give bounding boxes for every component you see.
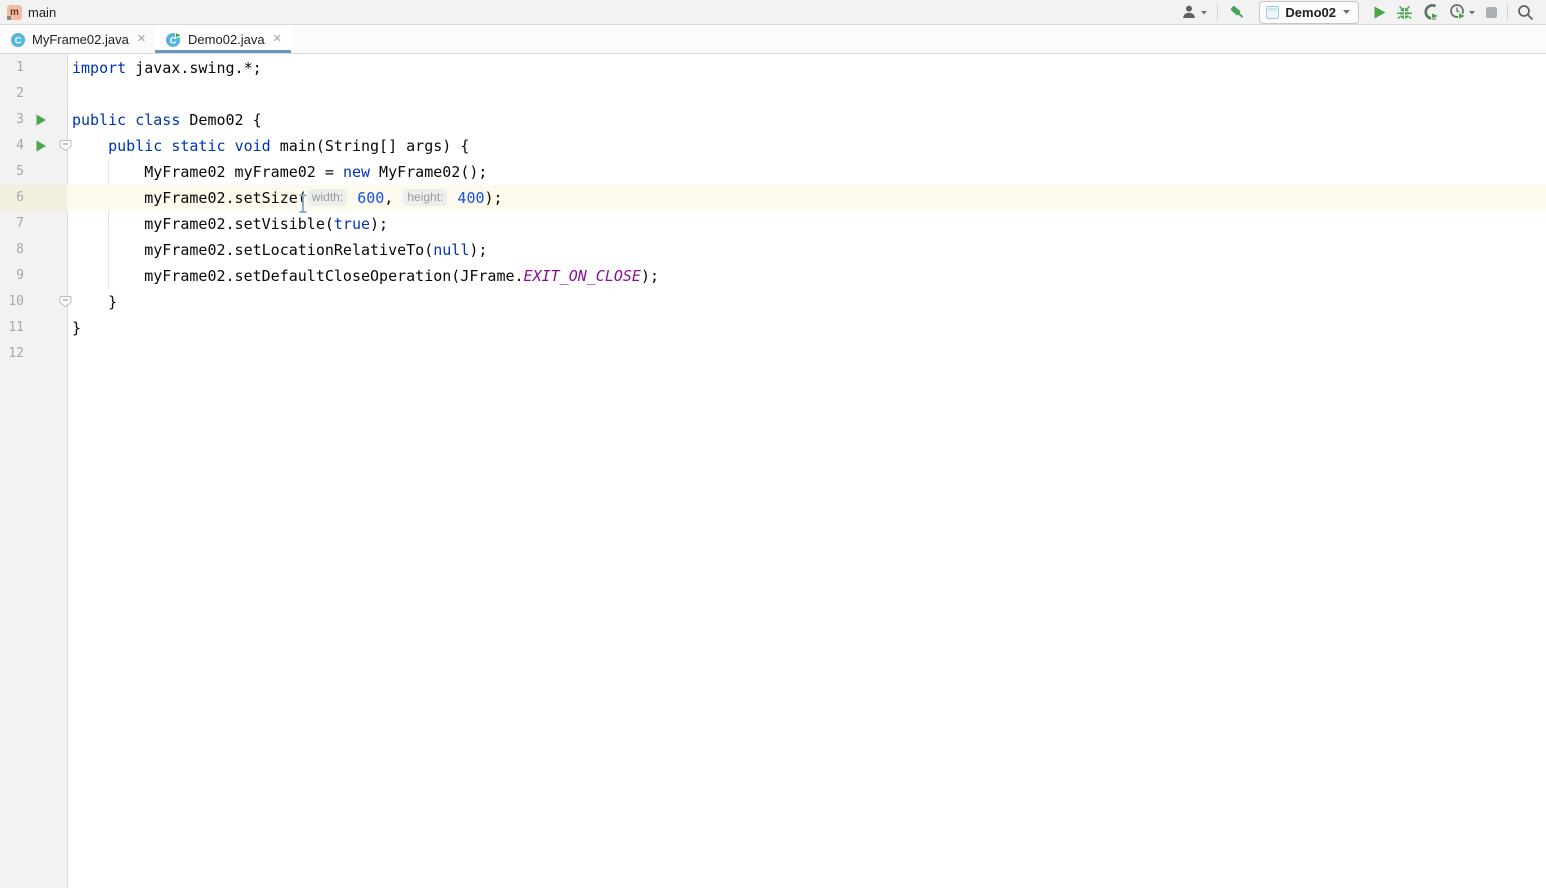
- module-icon: m: [7, 5, 22, 20]
- java-class-runnable-icon: C: [165, 32, 182, 48]
- gutter-cell[interactable]: 11: [0, 315, 67, 341]
- breadcrumb-label: main: [28, 5, 56, 20]
- run-button[interactable]: [1372, 2, 1387, 22]
- gutter-cell[interactable]: 1: [0, 55, 67, 81]
- tab-label: Demo02.java: [188, 32, 265, 47]
- gutter-cell[interactable]: 6: [0, 185, 67, 211]
- app-config-icon: [1266, 6, 1279, 19]
- line-number: 12: [0, 341, 24, 367]
- code-text[interactable]: }: [67, 315, 1546, 341]
- code-text[interactable]: public static void main(String[] args) {: [67, 133, 1546, 159]
- code-line[interactable]: 11}: [0, 315, 1546, 341]
- line-number: 3: [0, 107, 24, 133]
- java-class-icon: C: [10, 32, 26, 48]
- gutter-cell[interactable]: 12: [0, 341, 67, 367]
- close-tab-icon[interactable]: ✕: [273, 34, 282, 45]
- chevron-down-icon: [1200, 10, 1208, 15]
- line-number: 2: [0, 81, 24, 107]
- gutter-cell[interactable]: 4: [0, 133, 67, 159]
- code-line[interactable]: 6 myFrame02.setSize(width: 600, height: …: [0, 185, 1546, 211]
- code-line[interactable]: 10 }: [0, 289, 1546, 315]
- gutter-cell[interactable]: 3: [0, 107, 67, 133]
- run-icon: [1372, 5, 1387, 20]
- code-line[interactable]: 12: [0, 341, 1546, 367]
- close-tab-icon[interactable]: ✕: [137, 34, 146, 45]
- users-button[interactable]: [1181, 2, 1208, 22]
- run-line-icon[interactable]: [35, 140, 47, 152]
- stop-button[interactable]: [1485, 2, 1498, 22]
- debug-bug-icon: [1396, 4, 1413, 21]
- users-icon: [1181, 4, 1199, 20]
- toolbar-divider: [1507, 4, 1508, 20]
- gutter-cell[interactable]: 5: [0, 159, 67, 185]
- breadcrumb[interactable]: m main: [0, 5, 56, 20]
- code-text[interactable]: [67, 81, 1546, 107]
- code-line[interactable]: 9 myFrame02.setDefaultCloseOperation(JFr…: [0, 263, 1546, 289]
- run-line-icon[interactable]: [35, 114, 47, 126]
- profiler-icon: [1449, 3, 1467, 21]
- code-text[interactable]: import javax.swing.*;: [67, 55, 1546, 81]
- coverage-icon: [1422, 3, 1440, 21]
- gutter-cell[interactable]: 7: [0, 211, 67, 237]
- chevron-down-icon: [1468, 10, 1476, 15]
- code-text[interactable]: myFrame02.setDefaultCloseOperation(JFram…: [67, 263, 1546, 289]
- code-line[interactable]: 1 import javax.swing.*;: [0, 55, 1546, 81]
- line-number: 1: [0, 55, 24, 81]
- line-number: 6: [0, 185, 24, 211]
- code-line[interactable]: 4 public static void main(String[] args)…: [0, 133, 1546, 159]
- code-text[interactable]: }: [67, 289, 1546, 315]
- code-text[interactable]: myFrame02.setVisible(true);: [67, 211, 1546, 237]
- search-everywhere-button[interactable]: [1517, 2, 1534, 22]
- chevron-down-icon: [1342, 9, 1351, 15]
- code-text[interactable]: MyFrame02 myFrame02 = new MyFrame02();: [67, 159, 1546, 185]
- search-icon: [1517, 4, 1534, 21]
- hammer-icon: [1227, 3, 1246, 22]
- gutter-cell[interactable]: 10: [0, 289, 67, 315]
- gutter-cell[interactable]: 8: [0, 237, 67, 263]
- tab-demo02[interactable]: C Demo02.java ✕: [155, 26, 291, 53]
- code-line[interactable]: 7 myFrame02.setVisible(true);: [0, 211, 1546, 237]
- tab-label: MyFrame02.java: [32, 32, 129, 47]
- code-line[interactable]: 8 myFrame02.setLocationRelativeTo(null);: [0, 237, 1546, 263]
- line-number: 8: [0, 237, 24, 263]
- code-text[interactable]: myFrame02.setLocationRelativeTo(null);: [67, 237, 1546, 263]
- line-number: 5: [0, 159, 24, 185]
- code-lines: 1 import javax.swing.*; 23 public class Dem…: [0, 55, 1546, 367]
- editor-tab-bar: C MyFrame02.java ✕ C Demo02.java ✕: [0, 26, 1546, 54]
- tab-myframe02[interactable]: C MyFrame02.java ✕: [0, 26, 155, 53]
- code-line[interactable]: 3 public class Demo02 {: [0, 107, 1546, 133]
- gutter-cell[interactable]: 9: [0, 263, 67, 289]
- fold-marker-icon[interactable]: [59, 295, 72, 308]
- code-line[interactable]: 2: [0, 81, 1546, 107]
- code-text[interactable]: [67, 341, 1546, 367]
- run-configuration-select[interactable]: Demo02: [1259, 1, 1359, 24]
- debug-button[interactable]: [1396, 2, 1413, 22]
- toolbar-actions: Demo02: [1181, 1, 1546, 24]
- main-toolbar: m main: [0, 0, 1546, 25]
- run-configuration-label: Demo02: [1285, 5, 1336, 20]
- line-number: 4: [0, 133, 24, 159]
- fold-marker-icon[interactable]: [59, 139, 72, 152]
- stop-icon: [1485, 6, 1498, 19]
- line-number: 7: [0, 211, 24, 237]
- ide-window: m main: [0, 0, 1546, 888]
- run-with-coverage-button[interactable]: [1422, 2, 1440, 22]
- code-editor[interactable]: 1 import javax.swing.*; 23 public class Dem…: [0, 54, 1546, 888]
- gutter-cell[interactable]: 2: [0, 81, 67, 107]
- build-button[interactable]: [1227, 2, 1246, 22]
- toolbar-divider: [1217, 4, 1218, 20]
- code-line[interactable]: 5 MyFrame02 myFrame02 = new MyFrame02();: [0, 159, 1546, 185]
- line-number: 9: [0, 263, 24, 289]
- profiler-button[interactable]: [1449, 2, 1476, 22]
- code-text[interactable]: public class Demo02 {: [67, 107, 1546, 133]
- svg-text:C: C: [15, 35, 22, 46]
- line-number: 11: [0, 315, 24, 341]
- line-number: 10: [0, 289, 24, 315]
- code-text[interactable]: myFrame02.setSize(width: 600, height: 40…: [67, 185, 1546, 211]
